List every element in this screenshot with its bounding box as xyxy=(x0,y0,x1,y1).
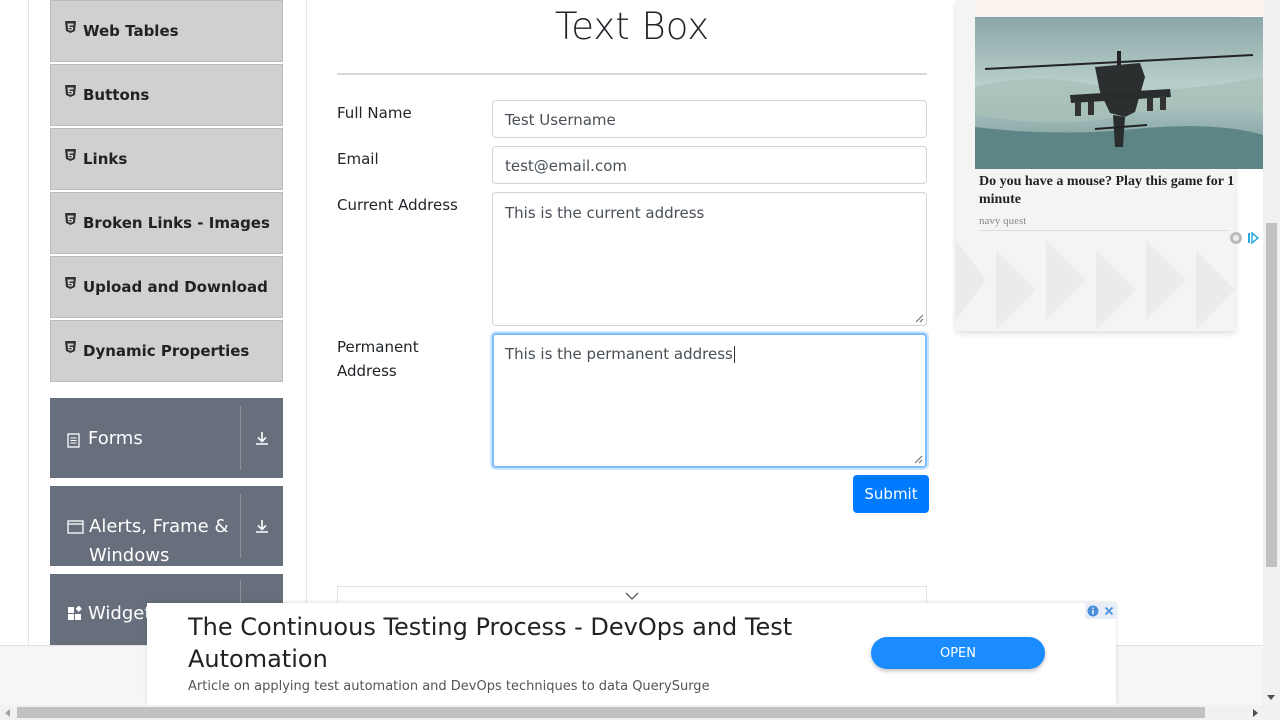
sidebar-item-label: Links xyxy=(83,150,128,168)
sidebar-item-label: Web Tables xyxy=(83,22,179,40)
scroll-down-arrow-icon[interactable] xyxy=(1267,695,1275,700)
sidebar-item-label: Dynamic Properties xyxy=(83,342,250,360)
html5-icon xyxy=(65,21,76,33)
sidebar-group-label: Alerts, Frame & Windows xyxy=(89,516,229,566)
sidebar-item-broken-links[interactable]: Broken Links - Images xyxy=(50,192,283,254)
banner-ad-title[interactable]: The Continuous Testing Process - DevOps … xyxy=(188,611,828,675)
full-name-input[interactable]: Test Username xyxy=(492,100,927,138)
ad-top-strip xyxy=(975,0,1263,16)
html5-icon xyxy=(65,213,76,225)
helicopter-image[interactable] xyxy=(975,17,1263,169)
chevron-down-icon xyxy=(625,592,639,600)
vertical-scrollbar-thumb[interactable] xyxy=(1266,223,1277,567)
submit-button[interactable]: Submit xyxy=(853,475,929,513)
sidebar-group-alerts[interactable]: Alerts, Frame & Windows xyxy=(50,486,283,566)
side-ad-headline[interactable]: Do you have a mouse? Play this game for … xyxy=(979,173,1263,209)
page-left-border xyxy=(28,0,29,645)
page-title: Text Box xyxy=(554,5,710,48)
horizontal-scrollbar-thumb[interactable] xyxy=(17,707,1205,718)
sidebar-item-web-tables[interactable]: Web Tables xyxy=(50,0,283,62)
banner-ad-controls xyxy=(1085,603,1117,619)
resize-grip-icon[interactable] xyxy=(914,455,923,464)
resize-grip-icon[interactable] xyxy=(915,314,924,323)
banner-open-button[interactable]: OPEN xyxy=(871,637,1045,669)
sidebar-item-label: Upload and Download xyxy=(83,278,268,296)
html5-icon xyxy=(65,149,76,161)
divider xyxy=(979,230,1229,231)
bottom-banner-ad[interactable]: The Continuous Testing Process - DevOps … xyxy=(147,603,1117,705)
title-divider xyxy=(337,73,927,75)
form-icon xyxy=(67,432,80,448)
sidebar-item-label: Broken Links - Images xyxy=(83,214,270,232)
download-arrow-icon xyxy=(256,432,268,445)
expand-button[interactable] xyxy=(241,486,283,566)
permanent-address-label: Permanent Address xyxy=(337,338,419,380)
sidebar-item-upload-download[interactable]: Upload and Download xyxy=(50,256,283,318)
scroll-left-arrow-icon[interactable] xyxy=(5,709,10,717)
vertical-scrollbar[interactable] xyxy=(1263,0,1280,705)
text-caret xyxy=(733,346,735,363)
current-address-text: This is the current address xyxy=(505,204,705,222)
current-address-label: Current Address xyxy=(337,196,458,214)
sidebar-item-label: Buttons xyxy=(83,86,150,104)
widgets-icon xyxy=(68,606,82,620)
sidebar-group-forms[interactable]: Forms xyxy=(50,398,283,478)
permanent-address-text: This is the permanent address xyxy=(505,345,733,363)
ad-privacy-icon[interactable] xyxy=(1229,231,1243,245)
sidebar-item-buttons[interactable]: Buttons xyxy=(50,64,283,126)
content-divider xyxy=(306,0,307,645)
sidebar-item-links[interactable]: Links xyxy=(50,128,283,190)
sidebar-group-label: Forms xyxy=(88,427,143,449)
info-icon xyxy=(1087,605,1099,617)
html5-icon xyxy=(65,341,76,353)
sidebar-item-dynamic-properties[interactable]: Dynamic Properties xyxy=(50,320,283,382)
horizontal-scrollbar[interactable] xyxy=(0,705,1280,720)
permanent-address-textarea[interactable]: This is the permanent address xyxy=(492,333,927,468)
side-ad-source: navy quest xyxy=(979,215,1027,227)
current-address-textarea[interactable]: This is the current address xyxy=(492,192,927,326)
window-icon xyxy=(67,520,84,534)
html5-icon xyxy=(65,85,76,97)
banner-ad-description: Article on applying test automation and … xyxy=(188,679,710,694)
ad-choices[interactable] xyxy=(1229,231,1259,245)
expand-button[interactable] xyxy=(241,398,283,478)
ad-close-button[interactable] xyxy=(1101,603,1117,619)
email-input[interactable]: test@email.com xyxy=(492,146,927,184)
adchoices-icon[interactable] xyxy=(1247,232,1259,244)
download-arrow-icon xyxy=(256,520,268,533)
close-icon xyxy=(1104,606,1114,616)
scroll-right-arrow-icon[interactable] xyxy=(1253,709,1258,717)
full-name-label: Full Name xyxy=(337,104,412,122)
email-label: Email xyxy=(337,150,379,168)
html5-icon xyxy=(65,277,76,289)
ad-info-button[interactable] xyxy=(1085,603,1101,619)
